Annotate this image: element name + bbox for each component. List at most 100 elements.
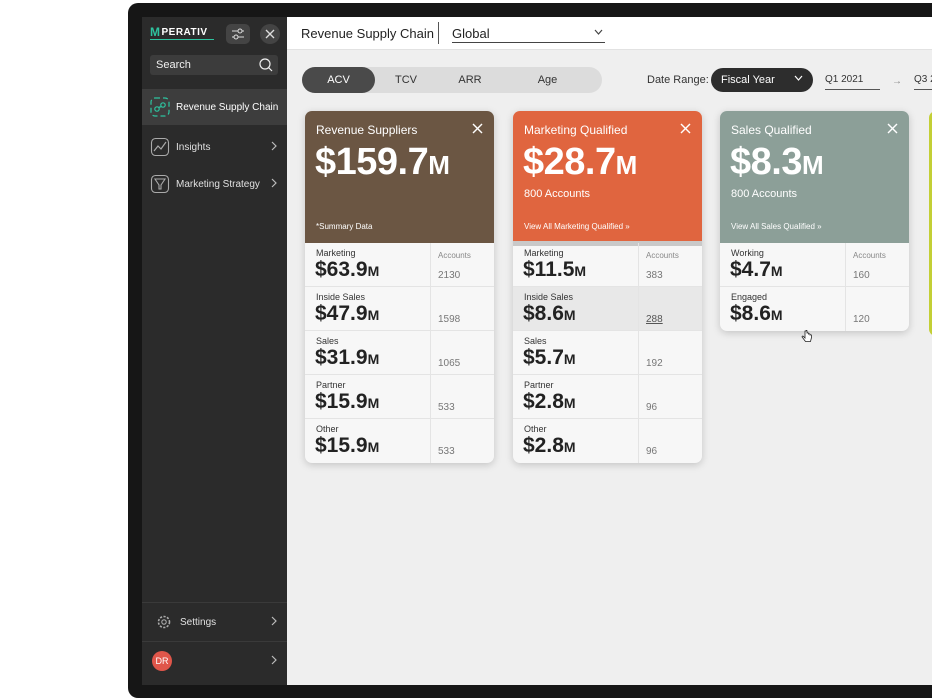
chevron-right-icon: [271, 178, 277, 188]
value-text: $8.6: [730, 302, 771, 325]
segment-label: Inside Sales: [316, 292, 366, 302]
segment-value: $15.9M: [315, 390, 379, 414]
unit-suffix: M: [563, 351, 576, 367]
search-icon[interactable]: [259, 58, 273, 72]
segment-label: Marketing: [316, 248, 356, 258]
value-text: $8.3: [730, 141, 802, 183]
segment-label: Partner: [316, 380, 346, 390]
revenue-chain-icon: [150, 97, 170, 117]
value-text: $4.7: [730, 258, 771, 281]
metric-tabs: ACV TCV ARR Age: [302, 67, 602, 93]
segment-label: Other: [316, 424, 339, 434]
sidebar-item-settings[interactable]: Settings: [142, 604, 287, 640]
accounts-count: 533: [438, 446, 455, 457]
close-icon[interactable]: [472, 123, 483, 134]
gear-icon: [154, 612, 174, 632]
column-divider: [638, 419, 639, 463]
unit-suffix: M: [563, 439, 576, 455]
unit-suffix: M: [367, 307, 380, 323]
period-select[interactable]: Fiscal Year: [711, 68, 813, 92]
chevron-down-icon: [594, 29, 603, 35]
top-bar: Revenue Supply Chain Global: [287, 17, 932, 50]
segment-value: $15.9M: [315, 434, 379, 458]
unit-suffix: M: [563, 307, 576, 323]
column-divider: [430, 419, 431, 463]
column-divider: [430, 331, 431, 374]
card-sales-qualified: Sales Qualified $8.3M 800 Accounts View …: [720, 111, 909, 331]
segment-label: Engaged: [731, 292, 768, 302]
date-to-input[interactable]: Q3 2: [914, 74, 932, 90]
segment-value: $4.7M: [730, 258, 783, 282]
close-icon[interactable]: [887, 123, 898, 134]
table-row[interactable]: Marketing $11.5M Accounts 383: [513, 243, 702, 287]
table-row[interactable]: Other $15.9M 533: [305, 419, 494, 463]
accounts-count: 383: [646, 270, 663, 281]
table-row[interactable]: Other $2.8M 96: [513, 419, 702, 463]
unit-suffix: M: [367, 395, 380, 411]
search-input[interactable]: [156, 59, 256, 71]
sidebar-item-revenue-supply-chain[interactable]: Revenue Supply Chain: [142, 89, 287, 125]
unit-suffix: M: [770, 263, 783, 279]
sidebar: M PERATIV Search Revenue Supply Chain In…: [142, 17, 287, 685]
close-icon: [265, 29, 275, 39]
segment-value: $11.5M: [523, 258, 586, 282]
value-text: $15.9: [315, 390, 368, 413]
card-header: Marketing Qualified $28.7M 800 Accounts …: [513, 111, 702, 243]
date-range-label: Date Range:: [647, 74, 709, 86]
value-text: $2.8: [523, 390, 564, 413]
user-profile-item[interactable]: DR: [142, 643, 287, 679]
segment-value: $8.6M: [523, 302, 576, 326]
table-row[interactable]: Working $4.7M Accounts 160: [720, 243, 909, 287]
close-icon[interactable]: [680, 123, 691, 134]
segment-label: Marketing: [524, 248, 564, 258]
table-row[interactable]: Inside Sales $47.9M 1598: [305, 287, 494, 331]
column-divider: [638, 375, 639, 418]
card-total: $28.7M: [523, 141, 637, 184]
sidebar-item-marketing-strategy[interactable]: Marketing Strategy: [142, 166, 287, 202]
sidebar-divider: [142, 641, 287, 642]
unit-suffix: M: [574, 263, 587, 279]
region-select[interactable]: Global: [452, 26, 605, 43]
table-row[interactable]: Inside Sales $8.6M 288: [513, 287, 702, 331]
view-all-link[interactable]: View All Marketing Qualified »: [524, 222, 630, 231]
table-row[interactable]: Sales $5.7M 192: [513, 331, 702, 375]
segment-value: $2.8M: [523, 434, 576, 458]
segment-value: $63.9M: [315, 258, 379, 282]
filter-settings-button[interactable]: [226, 24, 250, 44]
column-divider: [638, 331, 639, 374]
value-text: $159.7: [315, 141, 429, 183]
table-row[interactable]: Marketing $63.9M Accounts 2130: [305, 243, 494, 287]
segment-label: Other: [524, 424, 547, 434]
sidebar-item-insights[interactable]: Insights: [142, 129, 287, 165]
unit-suffix: M: [563, 395, 576, 411]
segment-value: $31.9M: [315, 346, 379, 370]
accounts-link[interactable]: 288: [646, 314, 663, 325]
accounts-count: 1065: [438, 358, 461, 369]
date-from-input[interactable]: Q1 2021: [825, 74, 880, 90]
segment-label: Sales: [316, 336, 339, 346]
view-all-link[interactable]: View All Sales Qualified »: [731, 222, 822, 231]
tab-acv[interactable]: ACV: [302, 67, 375, 93]
value-text: $8.6: [523, 302, 564, 325]
tab-tcv[interactable]: TCV: [375, 67, 437, 93]
tab-age[interactable]: Age: [503, 67, 592, 93]
column-divider: [430, 375, 431, 418]
card-total: $159.7M: [315, 141, 450, 184]
accounts-count: 2130: [438, 270, 461, 281]
table-row[interactable]: Sales $31.9M 1065: [305, 331, 494, 375]
tab-arr[interactable]: ARR: [437, 67, 503, 93]
table-row[interactable]: Partner $15.9M 533: [305, 375, 494, 419]
column-divider: [845, 287, 846, 331]
unit-suffix: M: [770, 307, 783, 323]
card-accounts: 800 Accounts: [524, 188, 591, 200]
table-row[interactable]: Engaged $8.6M 120: [720, 287, 909, 331]
sidebar-close-button[interactable]: [260, 24, 280, 44]
chevron-right-icon: [271, 616, 277, 626]
unit-suffix: M: [428, 150, 450, 180]
segment-value: $8.6M: [730, 302, 783, 326]
table-row[interactable]: Partner $2.8M 96: [513, 375, 702, 419]
hand-cursor-icon: [801, 330, 812, 342]
period-value: Fiscal Year: [721, 74, 775, 86]
app-screen: M PERATIV Search Revenue Supply Chain In…: [142, 17, 932, 685]
value-text: $63.9: [315, 258, 368, 281]
